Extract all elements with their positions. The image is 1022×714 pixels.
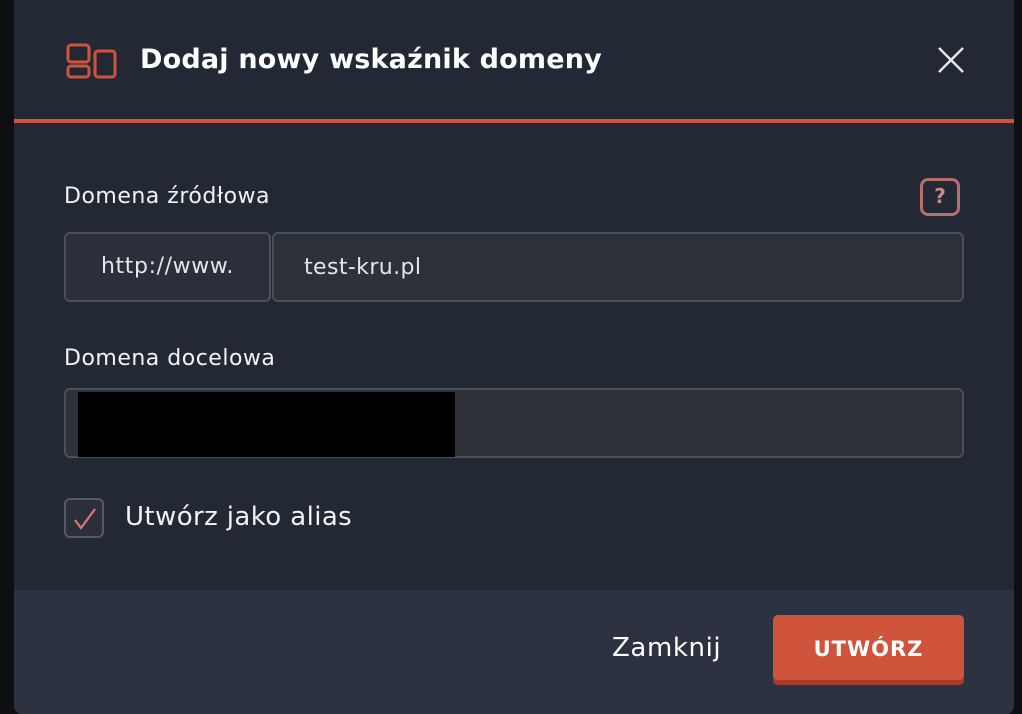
source-domain-input[interactable]: [272, 232, 964, 302]
redacted-value: [78, 392, 455, 457]
header-divider: [14, 119, 1014, 123]
add-domain-pointer-dialog: Dodaj nowy wskaźnik domeny Domena źródło…: [14, 0, 1014, 714]
help-icon[interactable]: ?: [920, 178, 960, 216]
url-prefix: http://www.: [64, 232, 271, 302]
close-button[interactable]: Zamknij: [612, 633, 721, 663]
dialog-header: Dodaj nowy wskaźnik domeny: [14, 0, 1014, 120]
close-icon[interactable]: [935, 44, 967, 76]
alias-checkbox[interactable]: [64, 498, 104, 538]
dialog-footer: Zamknij UTWÓRZ: [14, 590, 1014, 714]
create-button[interactable]: UTWÓRZ: [773, 615, 964, 685]
alias-checkbox-label[interactable]: Utwórz jako alias: [125, 502, 352, 532]
target-domain-label: Domena docelowa: [64, 346, 276, 371]
source-domain-label: Domena źródłowa: [64, 184, 271, 209]
domain-pointer-icon: [66, 43, 118, 79]
dialog-title: Dodaj nowy wskaźnik domeny: [140, 44, 602, 75]
checkmark-icon: [74, 508, 96, 530]
